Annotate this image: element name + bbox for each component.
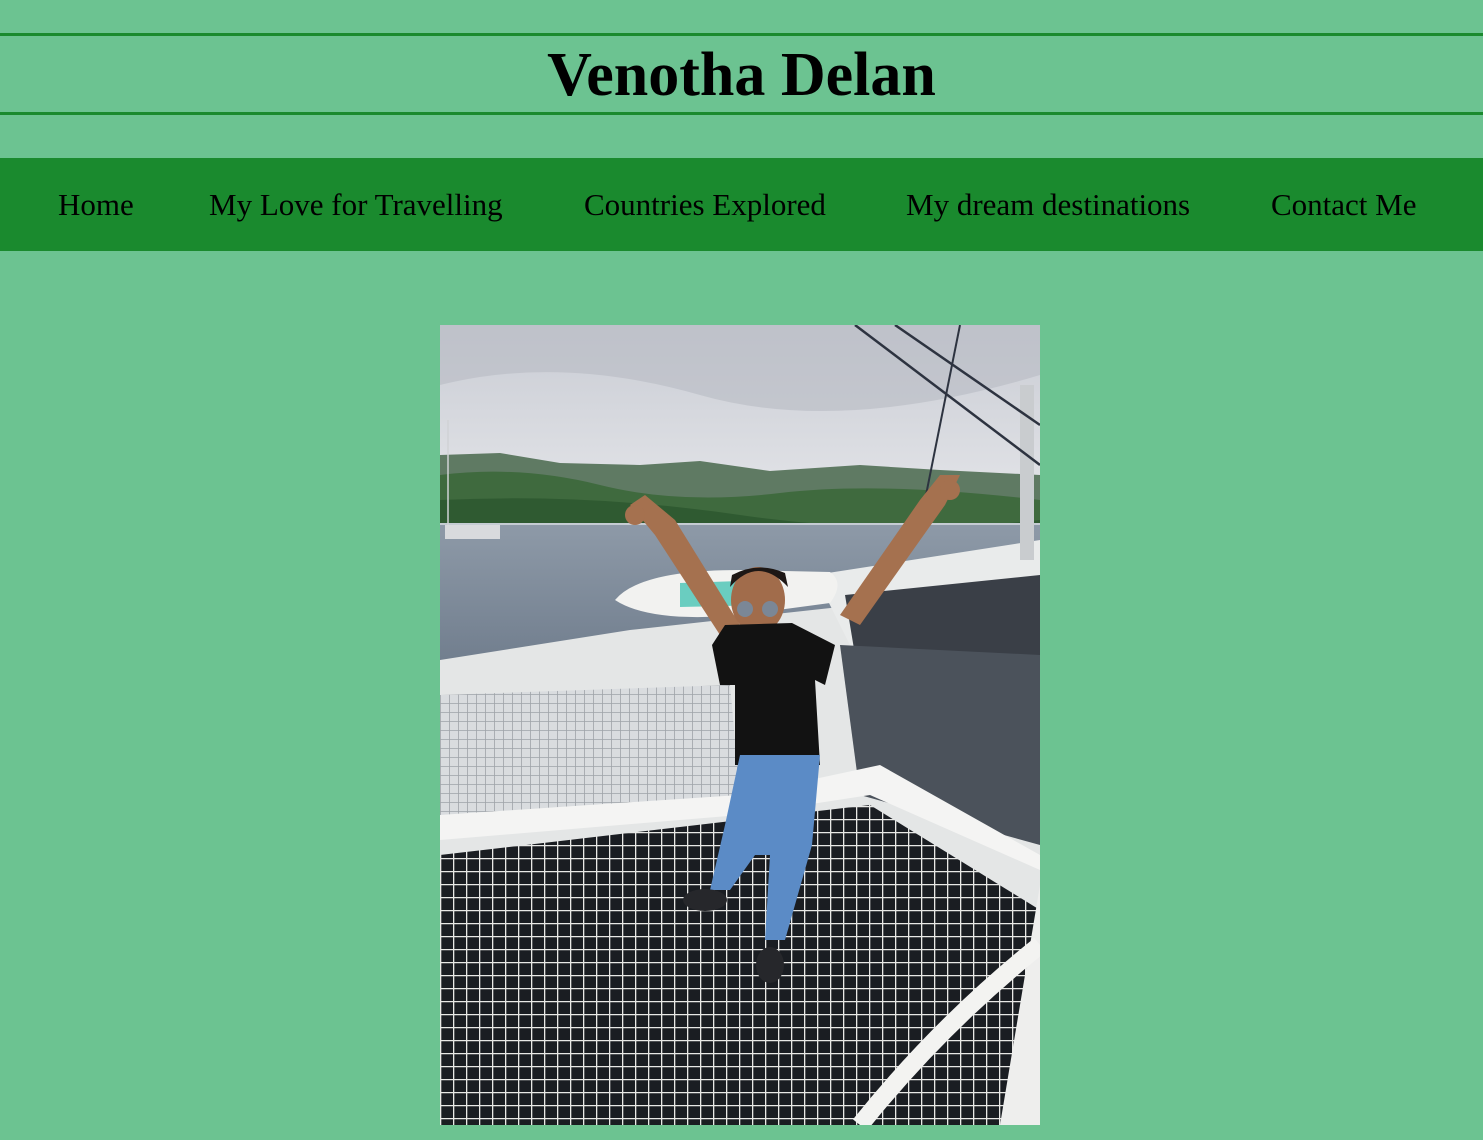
site-title: Venotha Delan — [547, 41, 936, 109]
nav-item-home[interactable]: Home — [58, 158, 134, 251]
hero-photo — [440, 325, 1040, 1125]
main-nav: Home My Love for Travelling Countries Ex… — [0, 158, 1483, 251]
page: Venotha Delan Home My Love for Travellin… — [0, 0, 1483, 1140]
nav-item-countries-explored[interactable]: Countries Explored — [584, 158, 826, 251]
site-header: Venotha Delan — [0, 33, 1483, 115]
nav-item-contact-me[interactable]: Contact Me — [1271, 158, 1417, 251]
nav-item-my-love-for-travelling[interactable]: My Love for Travelling — [209, 158, 503, 251]
nav-item-my-dream-destinations[interactable]: My dream destinations — [906, 158, 1190, 251]
